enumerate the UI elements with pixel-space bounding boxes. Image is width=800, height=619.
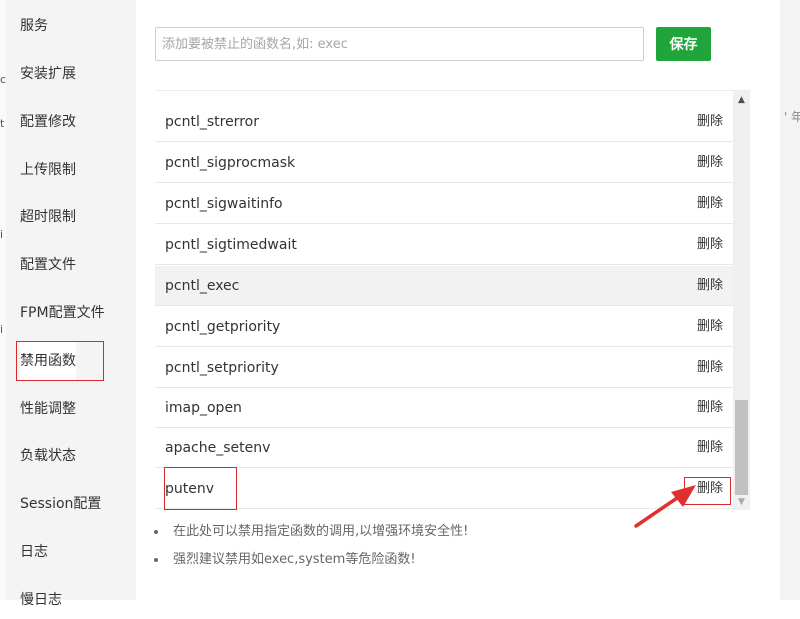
tip-item: 在此处可以禁用指定函数的调用,以增强环境安全性! [152, 518, 772, 546]
triangle-up-icon[interactable]: ▲ [733, 95, 750, 105]
function-name: pcntl_sigwaitinfo [165, 196, 283, 212]
function-name: imap_open [165, 400, 242, 416]
delete-link[interactable]: 删除 [697, 388, 723, 428]
background-text: ' 年 [784, 110, 800, 124]
sidebar-item-config-file[interactable]: 配置文件 [20, 246, 76, 284]
function-name: pcntl_sigprocmask [165, 155, 296, 171]
table-row: pcntl_getpriority 删除 [155, 307, 733, 347]
sidebar-item-log[interactable]: 日志 [20, 533, 48, 571]
tip-item: 强烈建议禁用如exec,system等危险函数! [152, 546, 772, 574]
delete-link[interactable]: 删除 [697, 307, 723, 347]
function-name: pcntl_exec [165, 278, 240, 294]
background-text: i [0, 228, 4, 241]
table-scrollbar[interactable]: ▲ ▼ [733, 91, 750, 510]
delete-link[interactable]: 删除 [697, 428, 723, 468]
tips-list: 在此处可以禁用指定函数的调用,以增强环境安全性! 强烈建议禁用如exec,sys… [152, 518, 772, 574]
background-text: t [0, 117, 5, 130]
sidebar: 服务 安装扩展 配置修改 上传限制 超时限制 配置文件 FPM配置文件 禁用函数… [6, 0, 136, 608]
delete-link[interactable]: 删除 [697, 266, 723, 306]
sidebar-item-load-status[interactable]: 负载状态 [20, 437, 76, 475]
function-name: pcntl_setpriority [165, 360, 279, 376]
sidebar-item-timeout-limit[interactable]: 超时限制 [20, 198, 76, 236]
table-row: pcntl_exec 删除 [155, 266, 733, 306]
delete-link[interactable]: 删除 [697, 225, 723, 265]
delete-link[interactable]: 删除 [697, 469, 723, 509]
disabled-functions-table: pcntl_strerror 删除 pcntl_sigprocmask 删除 p… [155, 90, 751, 511]
function-name: putenv [165, 481, 215, 497]
triangle-down-icon[interactable]: ▼ [733, 497, 750, 507]
table-row: apache_setenv 删除 [155, 428, 733, 468]
delete-link[interactable]: 删除 [697, 102, 723, 142]
background-page-right [780, 0, 800, 600]
sidebar-item-fpm-config[interactable]: FPM配置文件 [20, 294, 105, 332]
delete-link[interactable]: 删除 [697, 348, 723, 388]
table-row: pcntl_strerror 删除 [155, 102, 733, 142]
sidebar-item-slow-log[interactable]: 慢日志 [20, 581, 62, 619]
table-row: pcntl_sigwaitinfo 删除 [155, 184, 733, 224]
delete-link[interactable]: 删除 [697, 143, 723, 183]
table-row: imap_open 删除 [155, 388, 733, 428]
sidebar-item-session-config[interactable]: Session配置 [20, 485, 101, 523]
sidebar-item-service[interactable]: 服务 [20, 7, 48, 45]
sidebar-item-disabled-functions[interactable]: 禁用函数 [20, 342, 76, 380]
sidebar-item-performance[interactable]: 性能调整 [20, 390, 76, 428]
sidebar-item-install-extensions[interactable]: 安装扩展 [20, 55, 76, 93]
function-name: apache_setenv [165, 440, 271, 456]
background-text: i [0, 323, 4, 336]
sidebar-item-config-edit[interactable]: 配置修改 [20, 103, 76, 141]
function-name: pcntl_sigtimedwait [165, 237, 297, 253]
table-row: pcntl_sigtimedwait 删除 [155, 225, 733, 265]
function-name-input[interactable] [155, 27, 644, 61]
save-button[interactable]: 保存 [656, 27, 711, 61]
delete-link[interactable]: 删除 [697, 184, 723, 224]
table-row: pcntl_setpriority 删除 [155, 348, 733, 388]
function-name: pcntl_strerror [165, 114, 259, 130]
table-row: pcntl_sigprocmask 删除 [155, 143, 733, 183]
function-name: pcntl_getpriority [165, 319, 281, 335]
table-row: putenv 删除 [155, 469, 733, 509]
scrollbar-thumb[interactable] [735, 400, 748, 495]
sidebar-item-upload-limit[interactable]: 上传限制 [20, 151, 76, 189]
